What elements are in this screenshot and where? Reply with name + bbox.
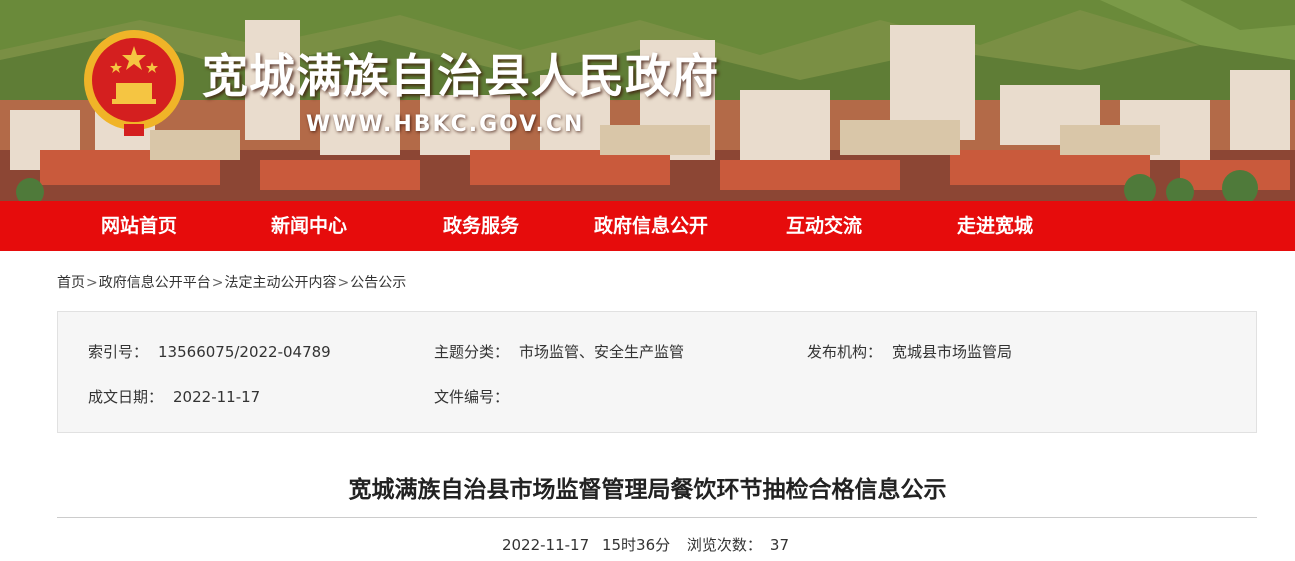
document-meta-panel: 索引号： 13566075/2022-04789 主题分类： 市场监管、安全生产监管… [57,311,1257,433]
title-divider [57,517,1257,518]
meta-date: 成文日期： 2022-11-17 [88,386,260,407]
header-banner: 宽城满族自治县人民政府 WWW.HBKC.GOV.CN [0,0,1295,201]
meta-publisher-label: 发布机构： [807,343,883,361]
nav-item-home[interactable]: 网站首页 [101,201,177,251]
nav-item-interaction[interactable]: 互动交流 [786,201,862,251]
meta-docno-label: 文件编号： [434,388,510,406]
meta-index: 索引号： 13566075/2022-04789 [88,341,331,362]
meta-date-value: 2022-11-17 [173,388,261,406]
article-views: 浏览次数： 37 [683,536,793,554]
nav-item-services[interactable]: 政务服务 [443,201,519,251]
meta-index-label: 索引号： [88,343,149,361]
meta-date-label: 成文日期： [88,388,164,406]
site-title: 宽城满族自治县人民政府 [202,49,719,103]
nav-item-about-kuancheng[interactable]: 走进宽城 [957,201,1033,251]
main-nav: 网站首页 新闻中心 政务服务 政府信息公开 互动交流 走进宽城 [0,201,1295,251]
article-title: 宽城满族自治县市场监督管理局餐饮环节抽检合格信息公示 [348,477,947,503]
national-emblem-icon [84,30,184,136]
meta-docno: 文件编号： [434,386,519,407]
breadcrumb-item-announcements[interactable]: 公告公示 [350,275,406,291]
nav-item-info-disclosure[interactable]: 政府信息公开 [594,201,708,251]
nav-item-news[interactable]: 新闻中心 [271,201,347,251]
breadcrumb-item-statutory-content[interactable]: 法定主动公开内容 [224,275,336,291]
article-time: 15时36分 [601,536,671,554]
meta-index-value: 13566075/2022-04789 [158,343,331,361]
site-url: WWW.HBKC.GOV.CN [306,112,585,137]
breadcrumb-item-home[interactable]: 首页 [57,275,85,291]
article-info: 2022-11-17 15时36分 浏览次数： 37 [0,534,1295,555]
breadcrumb-separator: > [211,275,224,291]
meta-topic-value: 市场监管、安全生产监管 [519,343,685,361]
views-count: 37 [769,536,790,554]
meta-publisher: 发布机构： 宽城县市场监管局 [807,341,1012,362]
views-label: 浏览次数： [686,536,762,554]
breadcrumb-separator: > [86,275,98,291]
meta-topic-label: 主题分类： [434,343,510,361]
breadcrumb: 首页>政府信息公开平台>法定主动公开内容>公告公示 [57,272,406,292]
breadcrumb-separator: > [337,275,350,291]
meta-topic: 主题分类： 市场监管、安全生产监管 [434,341,684,362]
article-date: 2022-11-17 [501,536,590,554]
meta-publisher-value: 宽城县市场监管局 [892,343,1013,361]
breadcrumb-item-disclosure-platform[interactable]: 政府信息公开平台 [99,275,211,291]
